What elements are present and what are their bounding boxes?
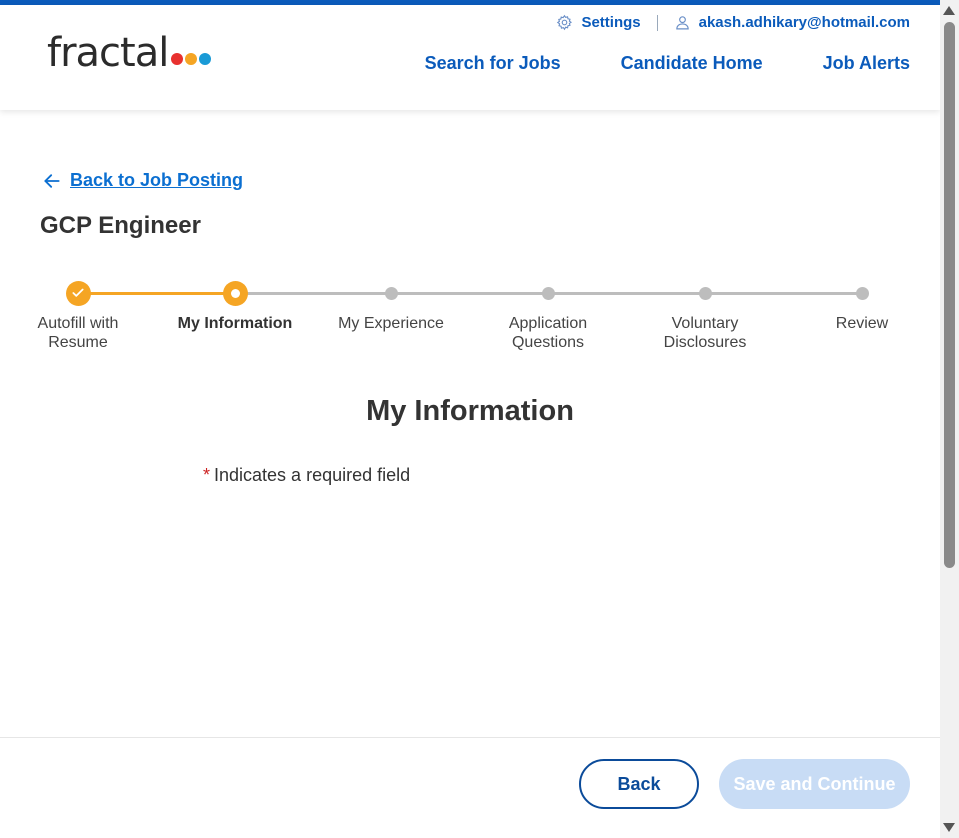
- step-application-questions: Application Questions: [478, 280, 618, 352]
- logo-dot-blue: [199, 53, 212, 65]
- gear-icon: [557, 14, 573, 31]
- page-scrollbar[interactable]: [940, 0, 959, 838]
- application-progress-stepper: Autofill with Resume My Information My E…: [0, 280, 940, 360]
- step-current-indicator: [222, 280, 248, 306]
- back-to-job-posting-link[interactable]: Back to Job Posting: [42, 170, 243, 191]
- step-label: Voluntary Disclosures: [663, 315, 747, 351]
- nav-candidate-home[interactable]: Candidate Home: [621, 53, 763, 74]
- step-label: Autofill with Resume: [37, 315, 119, 351]
- step-complete-check-icon: [65, 280, 91, 306]
- nav-job-alerts[interactable]: Job Alerts: [823, 53, 910, 74]
- step-my-information: My Information: [165, 280, 305, 333]
- back-link-label: Back to Job Posting: [70, 170, 244, 190]
- utility-divider: [656, 14, 658, 31]
- arrow-left-icon: [44, 173, 60, 188]
- account-menu[interactable]: akash.adhikary@hotmail.com: [674, 14, 910, 31]
- job-title: GCP Engineer: [40, 212, 201, 239]
- step-pending-indicator: [384, 286, 398, 300]
- logo-dot-red: [171, 53, 184, 65]
- form-footer: Back Save and Continue: [0, 737, 940, 838]
- step-pending-indicator: [541, 286, 555, 300]
- required-note-text: Indicates a required field: [214, 465, 411, 485]
- user-email: akash.adhikary@hotmail.com: [698, 14, 910, 31]
- step-label: Application Questions: [508, 315, 588, 351]
- step-label: Review: [835, 315, 889, 332]
- required-asterisk: *: [203, 465, 211, 485]
- step-pending-indicator: [698, 286, 712, 300]
- scroll-up-arrow-icon[interactable]: [943, 6, 955, 15]
- scroll-down-arrow-icon[interactable]: [943, 823, 955, 832]
- required-field-note: * Indicates a required field: [203, 465, 410, 486]
- step-review: Review: [792, 280, 932, 333]
- site-header: fractal Settings akash.adhikary@hotmail.…: [0, 5, 940, 110]
- step-label: My Information: [177, 315, 293, 332]
- save-and-continue-button[interactable]: Save and Continue: [719, 759, 910, 809]
- back-button[interactable]: Back: [579, 759, 699, 809]
- step-pending-indicator: [855, 286, 869, 300]
- logo-wordmark: fractal: [47, 30, 169, 76]
- nav-search-for-jobs[interactable]: Search for Jobs: [425, 53, 561, 74]
- settings-label: Settings: [581, 14, 641, 31]
- main-nav: Search for Jobs Candidate Home Job Alert…: [425, 53, 910, 74]
- section-title: My Information: [366, 395, 574, 427]
- logo-dots: [171, 53, 212, 65]
- logo-dot-orange: [185, 53, 198, 65]
- scrollbar-thumb[interactable]: [944, 22, 955, 568]
- fractal-logo[interactable]: fractal: [47, 30, 212, 76]
- step-label: My Experience: [338, 315, 444, 332]
- settings-link[interactable]: Settings: [556, 14, 641, 31]
- user-icon: [675, 16, 689, 30]
- step-my-experience: My Experience: [321, 280, 461, 333]
- step-autofill-with-resume: Autofill with Resume: [8, 280, 148, 352]
- utility-bar: Settings akash.adhikary@hotmail.com: [556, 14, 910, 31]
- step-voluntary-disclosures: Voluntary Disclosures: [635, 280, 775, 352]
